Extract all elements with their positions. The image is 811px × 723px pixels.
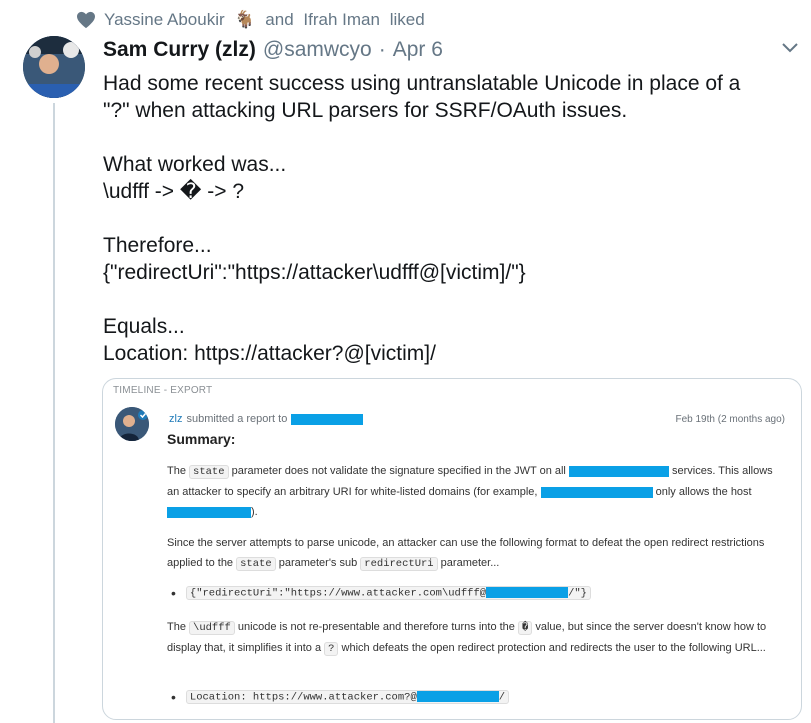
- redacted-block: [568, 465, 669, 477]
- redacted-block: [291, 413, 364, 425]
- redacted-block: [416, 690, 499, 702]
- report-meta: zlz submitted a report to: [169, 413, 364, 425]
- chevron-down-icon[interactable]: [780, 40, 800, 56]
- redacted-block: [167, 506, 251, 518]
- code-state: state: [236, 557, 276, 571]
- code-replacement-char: �: [517, 621, 533, 635]
- reporter-avatar: [115, 407, 149, 441]
- reporter-link[interactable]: zlz: [169, 413, 182, 425]
- tweet-date[interactable]: Apr 6: [393, 38, 443, 62]
- action-text: liked: [389, 10, 425, 29]
- media-card[interactable]: TIMELINE - EXPORT zlz submitted a report…: [102, 378, 802, 720]
- redacted-block: [540, 486, 653, 498]
- heart-icon: [77, 11, 95, 29]
- list-item: • {"redirectUri":"https://www.attacker.c…: [171, 585, 591, 601]
- timeline-label: TIMELINE - EXPORT: [113, 385, 213, 396]
- thread-line: [53, 103, 55, 723]
- liker-link[interactable]: Yassine Aboukir: [104, 10, 225, 29]
- liker-link[interactable]: Ifrah Iman: [303, 10, 380, 29]
- code-question-mark: ?: [324, 642, 339, 656]
- report-date: Feb 19th (2 months ago): [675, 414, 785, 425]
- handle[interactable]: @samwcyo: [263, 38, 372, 62]
- code-location-payload: Location: https://www.attacker.com?@ /: [185, 689, 510, 705]
- code-redirect-payload: {"redirectUri":"https://www.attacker.com…: [185, 585, 591, 601]
- submitted-text: submitted a report to: [186, 413, 288, 425]
- goat-icon: 🐐: [234, 10, 256, 29]
- list-item: • Location: https://www.attacker.com?@ /: [171, 689, 510, 705]
- tweet-text: Had some recent success using untranslat…: [103, 72, 741, 365]
- code-redirect-uri: redirectUri: [360, 557, 438, 571]
- paragraph-1: The state parameter does not validate th…: [167, 465, 773, 518]
- tweet-header: Sam Curry (zlz) @samwcyo · Apr 6: [103, 38, 443, 62]
- separator-dot: ·: [378, 38, 386, 61]
- paragraph-2: Since the server attempts to parse unico…: [167, 537, 765, 571]
- display-name[interactable]: Sam Curry (zlz): [103, 38, 256, 62]
- summary-heading: Summary:: [167, 431, 236, 447]
- code-udfff: \udfff: [189, 621, 235, 635]
- conjunction-text: and: [265, 10, 294, 29]
- social-context: Yassine Aboukir 🐐 and Ifrah Iman liked: [76, 8, 430, 32]
- avatar[interactable]: [23, 36, 85, 98]
- redacted-block: [486, 586, 569, 598]
- code-state: state: [189, 465, 229, 479]
- paragraph-3: The \udfff unicode is not re-presentable…: [167, 621, 767, 656]
